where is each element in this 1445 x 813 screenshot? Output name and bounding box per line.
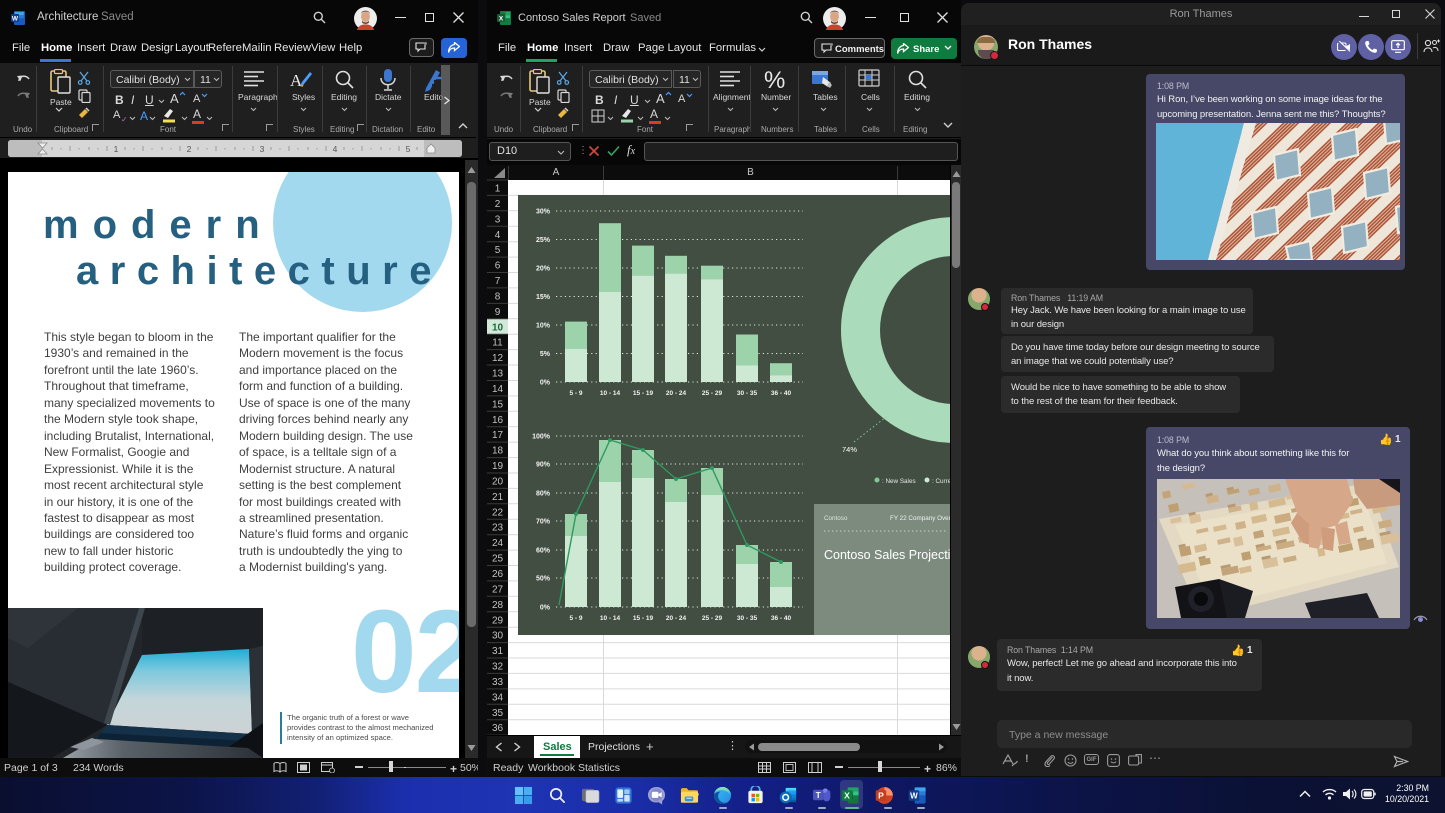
svg-text:74%: 74% <box>842 445 857 454</box>
svg-text:15 - 19: 15 - 19 <box>633 390 654 397</box>
svg-text:30 - 35: 30 - 35 <box>737 390 758 397</box>
svg-text:60%: 60% <box>536 548 551 555</box>
svg-text:T: T <box>816 791 821 800</box>
svg-text:Contoso: Contoso <box>824 515 848 522</box>
svg-text:15%: 15% <box>536 294 551 301</box>
svg-text:50%: 50% <box>536 576 551 583</box>
svg-text:20 - 24: 20 - 24 <box>666 615 687 622</box>
svg-text:15 - 19: 15 - 19 <box>633 615 654 622</box>
svg-text:10 - 14: 10 - 14 <box>600 615 621 622</box>
svg-text:: New Sales: : New Sales <box>882 478 916 485</box>
svg-text:: Curre: : Curre <box>932 478 950 485</box>
svg-text:36 - 40: 36 - 40 <box>771 390 792 397</box>
svg-text:25 - 29: 25 - 29 <box>702 615 723 622</box>
svg-text:P: P <box>878 790 884 800</box>
svg-text:20%: 20% <box>536 266 551 273</box>
svg-text:30%: 30% <box>536 209 551 216</box>
svg-text:1: 1 <box>114 144 119 154</box>
svg-text:30 - 35: 30 - 35 <box>737 615 758 622</box>
svg-text:5%: 5% <box>540 351 551 358</box>
svg-text:20 - 24: 20 - 24 <box>666 390 687 397</box>
svg-text:X: X <box>499 16 504 23</box>
svg-text:5: 5 <box>406 144 411 154</box>
svg-text:Contoso Sales Projectio: Contoso Sales Projectio <box>824 548 950 562</box>
svg-text:25 - 29: 25 - 29 <box>702 390 723 397</box>
svg-text:36 - 40: 36 - 40 <box>771 615 792 622</box>
svg-text:5 - 9: 5 - 9 <box>569 615 582 622</box>
svg-text:4: 4 <box>333 144 338 154</box>
svg-text:0%: 0% <box>540 605 551 612</box>
svg-text:10 - 14: 10 - 14 <box>600 390 621 397</box>
svg-text:W: W <box>910 791 918 800</box>
svg-text:5 - 9: 5 - 9 <box>569 390 582 397</box>
svg-text:70%: 70% <box>536 519 551 526</box>
svg-text:10%: 10% <box>536 323 551 330</box>
svg-text:W: W <box>12 16 19 23</box>
svg-text:90%: 90% <box>536 462 551 469</box>
svg-text:FY 22 Company Over: FY 22 Company Over <box>890 515 950 522</box>
svg-text:0%: 0% <box>540 380 551 387</box>
svg-text:X: X <box>844 790 850 800</box>
svg-text:A: A <box>290 71 303 90</box>
svg-text:25%: 25% <box>536 237 551 244</box>
svg-text:3: 3 <box>260 144 265 154</box>
svg-text:2: 2 <box>187 144 192 154</box>
svg-text:100%: 100% <box>532 434 551 441</box>
svg-text:80%: 80% <box>536 491 551 498</box>
